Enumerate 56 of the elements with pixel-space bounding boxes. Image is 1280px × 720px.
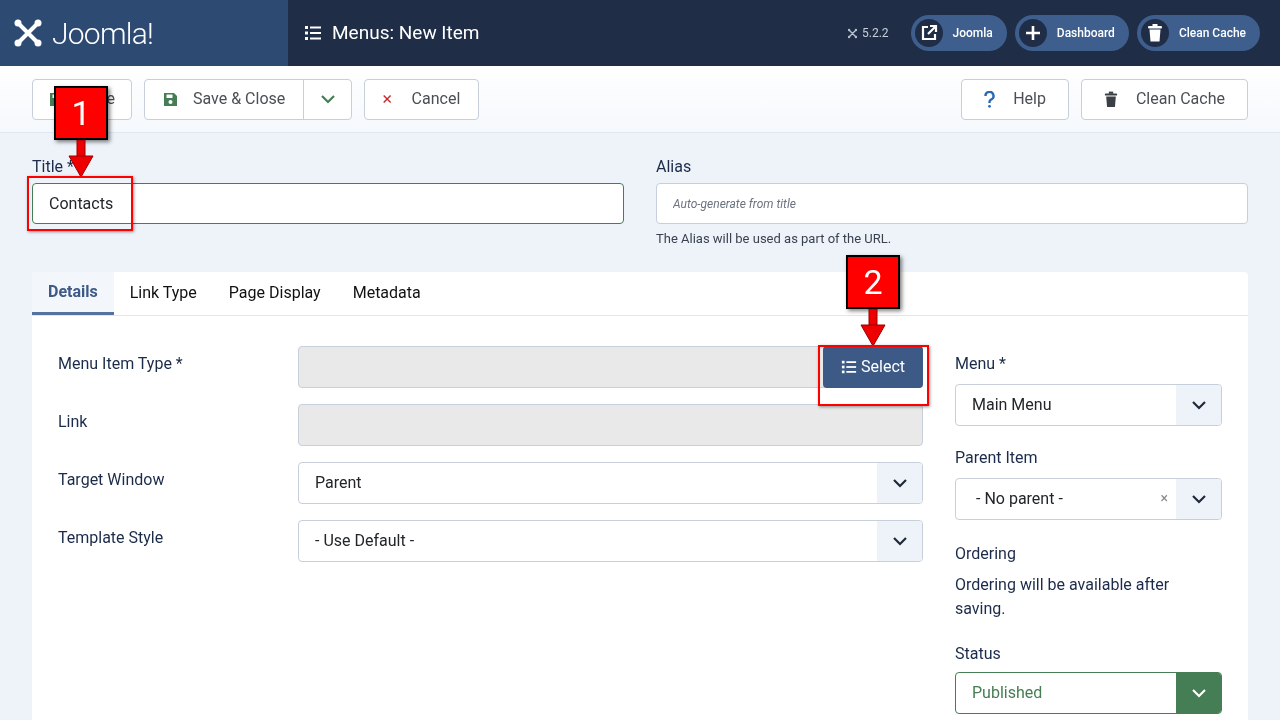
joomla-logo-icon xyxy=(12,17,44,49)
field-label: Title * xyxy=(32,156,74,177)
list-icon xyxy=(841,358,858,375)
save-close-button[interactable]: Save & Close xyxy=(145,79,304,119)
page-title: Menus: New Item xyxy=(332,19,480,46)
version-label: 5.2.2 xyxy=(862,25,889,42)
joomla-logo-icon xyxy=(847,27,858,39)
arrow-down-icon xyxy=(860,309,886,347)
dropdown-field[interactable]: Parent xyxy=(298,461,923,504)
plus-icon xyxy=(1024,25,1041,41)
chevron-down-icon xyxy=(891,477,908,488)
select-button[interactable]: Select xyxy=(823,345,923,388)
alias-field[interactable]: Auto-generate from title xyxy=(656,183,1248,224)
field-label: Link xyxy=(58,410,89,433)
logo-wordmark[interactable]: Joomla! xyxy=(52,10,154,56)
chevron-down-icon xyxy=(891,535,908,546)
list-icon xyxy=(304,24,322,42)
dropdown-field[interactable]: - Use Default - xyxy=(298,519,923,562)
chevron-down-icon xyxy=(1190,493,1207,504)
external-link-icon xyxy=(919,24,938,42)
header-link[interactable]: Joomla xyxy=(910,15,1007,51)
ordering-note: Ordering will be available after saving. xyxy=(955,573,1171,620)
close-icon xyxy=(383,93,392,105)
callout-number: 1 xyxy=(54,86,108,140)
field-label: Alias xyxy=(656,156,692,177)
trash-icon xyxy=(1146,24,1163,42)
tab[interactable]: Page Display xyxy=(212,271,337,315)
header-link[interactable]: Dashboard xyxy=(1014,15,1129,51)
dropdown-toggle[interactable] xyxy=(1176,478,1221,519)
chevron-down-icon xyxy=(1190,399,1207,410)
field-hint: The Alias will be used as part of the URL. xyxy=(656,230,893,248)
clean-cache-button[interactable]: Clean Cache xyxy=(1080,78,1248,120)
field-label: Parent Item xyxy=(955,446,1039,469)
clear-button[interactable]: × xyxy=(1152,478,1176,519)
header-link[interactable]: Clean Cache xyxy=(1136,15,1260,51)
tab[interactable]: Link Type xyxy=(113,271,213,315)
parent-item-value[interactable]: - No parent - xyxy=(956,478,1153,519)
field-label: Target Window xyxy=(58,468,166,491)
help-button[interactable]: Help xyxy=(961,78,1069,120)
trash-icon xyxy=(1103,90,1118,108)
field-label: Ordering xyxy=(955,542,1017,565)
field-label: Menu Item Type * xyxy=(58,352,184,375)
tab[interactable]: Details xyxy=(32,271,114,315)
title-field[interactable]: Contacts xyxy=(32,183,624,224)
cancel-button[interactable]: Cancel xyxy=(364,78,480,120)
arrow-down-icon xyxy=(68,140,94,178)
field-label: Menu * xyxy=(955,352,1007,375)
field-label: Status xyxy=(955,642,1002,665)
chevron-down-icon xyxy=(1190,687,1207,698)
status-dropdown[interactable]: Published xyxy=(955,671,1222,714)
callout-number: 2 xyxy=(846,255,900,309)
field-label: Template Style xyxy=(58,526,165,549)
menu-dropdown[interactable]: Main Menu xyxy=(955,383,1222,426)
chevron-down-icon xyxy=(319,94,336,104)
tab[interactable]: Metadata xyxy=(336,271,437,315)
question-mark-icon xyxy=(984,90,996,108)
